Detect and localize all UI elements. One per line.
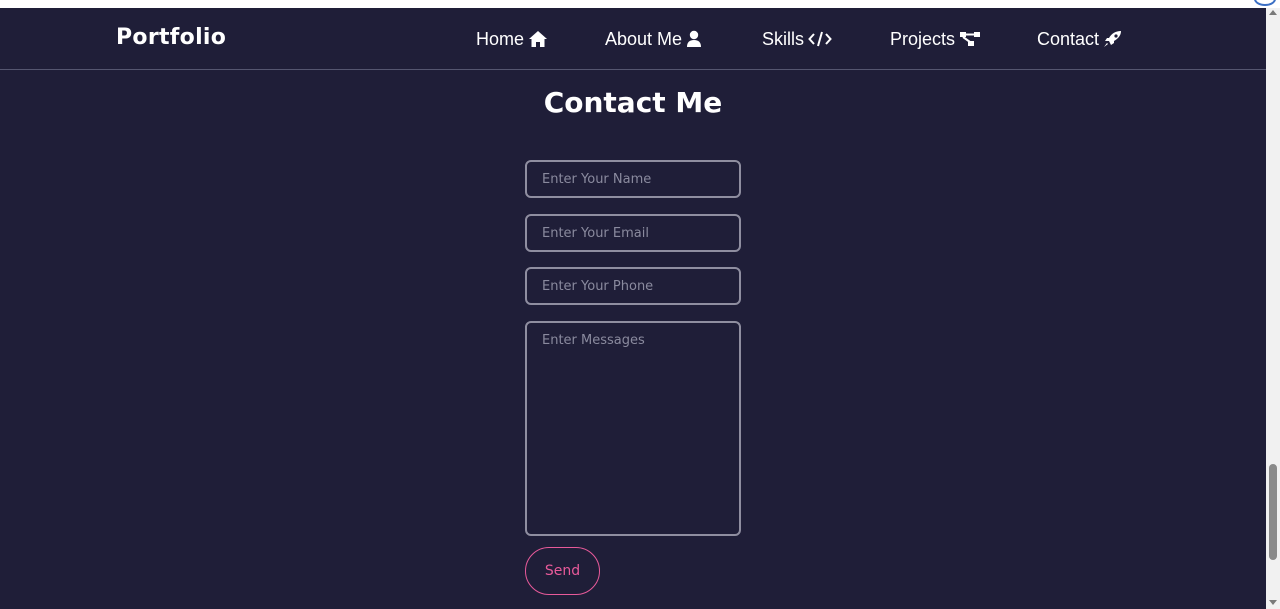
nav-item-label: About Me (605, 29, 683, 49)
message-textarea[interactable] (525, 321, 741, 536)
contact-heading: Contact Me (543, 86, 723, 119)
nav-item-label: Projects (890, 29, 956, 49)
scrollbar-thumb[interactable] (1269, 464, 1277, 560)
navbar: Portfolio Home About Me Skills Projects … (0, 8, 1266, 70)
nav-item-home[interactable]: Home (476, 27, 548, 51)
rocket-icon (1103, 30, 1123, 48)
nav-item-label: Skills (762, 29, 805, 49)
nav-item-label: Contact (1037, 29, 1100, 49)
name-input[interactable] (525, 160, 741, 198)
code-icon (808, 31, 832, 47)
phone-input[interactable] (525, 267, 741, 305)
browser-top-strip (0, 0, 1280, 8)
email-input[interactable] (525, 214, 741, 252)
nav-item-label: Home (476, 29, 525, 49)
scroll-down-icon[interactable] (1269, 600, 1277, 605)
page-scrollbar[interactable] (1266, 8, 1280, 609)
project-diagram-icon (959, 30, 981, 48)
scroll-up-icon[interactable] (1269, 10, 1277, 15)
brand-logo[interactable]: Portfolio (116, 25, 226, 50)
home-icon (528, 30, 548, 48)
nav-item-skills[interactable]: Skills (762, 27, 832, 51)
profile-badge-icon[interactable] (1254, 0, 1276, 6)
nav-item-about[interactable]: About Me (605, 27, 702, 51)
send-button[interactable]: Send (525, 547, 600, 595)
user-icon (686, 30, 702, 48)
nav-item-projects[interactable]: Projects (890, 27, 981, 51)
nav-item-contact[interactable]: Contact (1037, 27, 1123, 51)
